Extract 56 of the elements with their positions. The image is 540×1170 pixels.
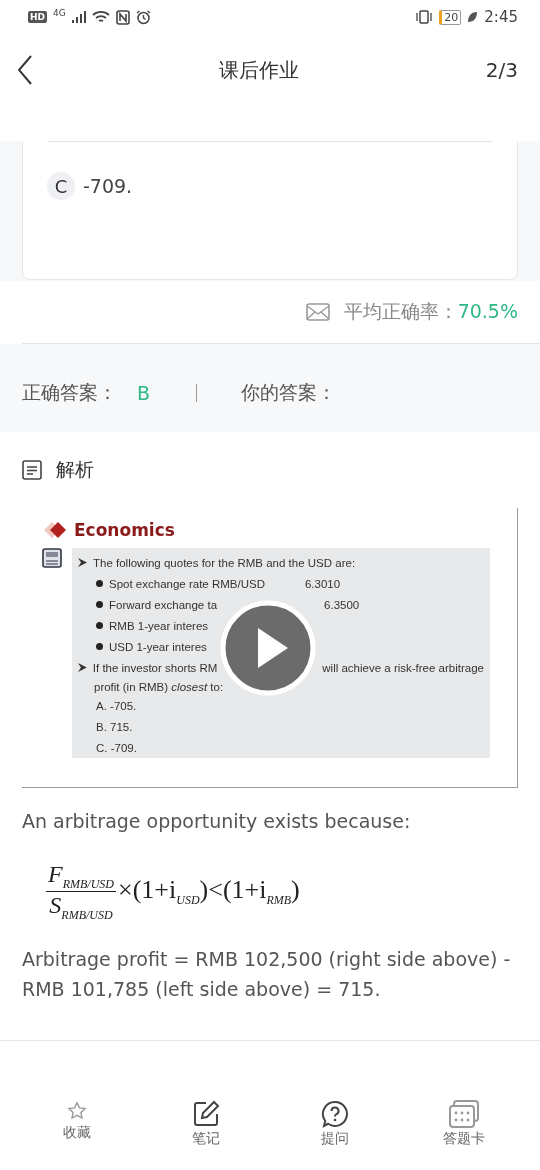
grid-card-icon [447, 1100, 480, 1128]
slide-text: profit (in RMB) closest to: [94, 680, 224, 693]
average-accuracy: 平均正确率：70.5% [343, 299, 518, 324]
slide-text: will achieve a risk-free arbitrage [322, 661, 484, 674]
slide-text: USD 1-year interes [109, 640, 207, 653]
slide-text: Spot exchange rate RMB/USD [109, 577, 265, 590]
nav-tab[interactable]: 收藏 [12, 1100, 141, 1170]
bullet-icon [96, 601, 103, 608]
slide-brand: Economics [74, 520, 175, 540]
play-button-icon[interactable] [220, 600, 316, 696]
nav-tab[interactable]: 笔记 [141, 1100, 270, 1170]
bullet-icon [96, 580, 103, 587]
edit-icon [191, 1100, 220, 1128]
your-answer-label: 你的答案： [241, 380, 337, 405]
arrow-bullet-icon [78, 558, 87, 567]
question-icon [320, 1100, 349, 1128]
nfc-icon [115, 9, 130, 25]
slide-text: 6.3010 [304, 577, 341, 590]
clock: 2:45 [484, 8, 518, 26]
slide-text: Forward exchange ta [109, 598, 218, 611]
diamond-logo-icon [42, 520, 68, 540]
mail-icon [305, 302, 330, 322]
star-icon [65, 1100, 88, 1122]
slide-text: 6.3500 [324, 598, 360, 611]
slide-text: The following quotes for the RMB and the USD are: [93, 556, 356, 569]
hd-badge: HD [28, 11, 47, 23]
arbitrage-formula: F$_{RMB/USD}$ S$_{RMB/USD}$ ×(1+i$_{USD}$)<(1+i$_{RMB}$) [45, 859, 301, 924]
slide-text: B. 715. [96, 720, 133, 733]
vibrate-icon [415, 10, 434, 24]
option-letter[interactable]: C [47, 172, 75, 200]
document-icon [22, 460, 42, 480]
correct-answer-label: 正确答案： [22, 380, 117, 405]
alarm-icon [135, 9, 151, 25]
wifi-icon [91, 10, 110, 24]
correct-answer: B [137, 382, 151, 404]
option-text: -709. [83, 175, 133, 197]
slide-text: C. -709. [96, 741, 137, 754]
leaf-icon [467, 11, 479, 23]
slide-text: If the investor shorts RM [92, 661, 218, 674]
calculator-icon [42, 548, 62, 568]
bullet-icon [96, 622, 103, 629]
nav-tab[interactable]: 答题卡 [399, 1100, 528, 1170]
bullet-icon [96, 643, 103, 650]
arrow-bullet-icon [78, 663, 87, 672]
explanation-text: Arbitrage profit = RMB 102,500 (right side above) - RMB 101,785 (left side above) = 715. [21, 947, 512, 1002]
slide-text: RMB 1-year interes [109, 619, 209, 632]
slide-text: A. -705. [96, 699, 137, 712]
page-title: 课后作业 [217, 56, 300, 84]
nav-tab[interactable]: 提问 [270, 1100, 399, 1170]
explanation-text: An arbitrage opportunity exists because: [21, 809, 412, 834]
battery-icon: 20 [439, 9, 462, 25]
signal-icon [71, 11, 86, 23]
back-icon[interactable] [18, 55, 32, 85]
page-counter: 2/3 [485, 58, 518, 82]
section-title: 解析 [56, 457, 94, 482]
network-type: 4G [53, 8, 66, 18]
